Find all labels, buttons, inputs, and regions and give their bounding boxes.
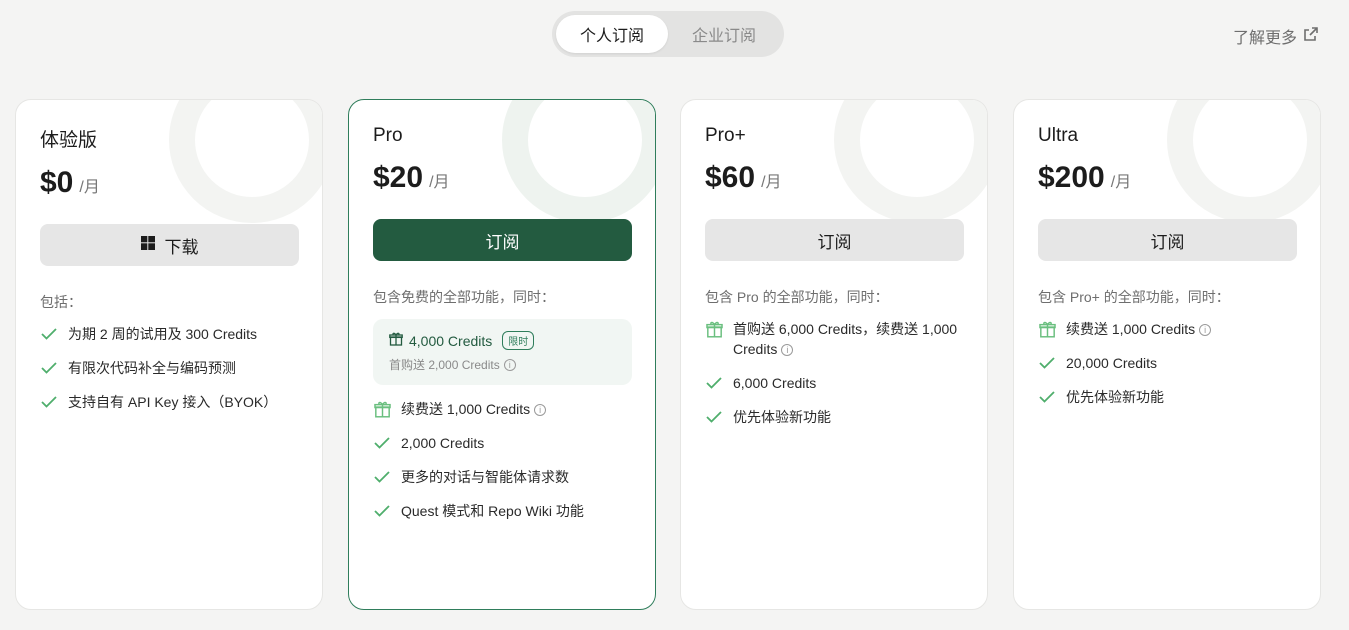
plan-card-pro-plus: Pro+ $60 /月 订阅 包含 Pro 的全部功能，同时： 首购送 6,00… (680, 99, 988, 610)
download-button-label: 下载 (164, 237, 199, 257)
plan-card-ultra: Ultra $200 /月 订阅 包含 Pro+ 的全部功能，同时： 续费送 1… (1013, 99, 1321, 610)
price-row: $20 /月 (373, 161, 631, 195)
feature-item: 为期 2 周的试用及 300 Credits (40, 324, 298, 344)
feature-item: 有限次代码补全与编码预测 (40, 358, 298, 378)
check-icon (373, 467, 391, 487)
check-icon (373, 433, 391, 453)
subscribe-button[interactable]: 订阅 (1038, 219, 1297, 261)
price-period: /月 (1110, 174, 1132, 191)
feature-item: Quest 模式和 Repo Wiki 功能 (373, 501, 631, 521)
check-icon (1038, 353, 1056, 373)
download-button[interactable]: 下载 (40, 224, 299, 266)
feature-text-wrap: 续费送 1,000 Credits i (401, 399, 547, 419)
includes-heading: 包含免费的全部功能，同时： (373, 289, 555, 305)
plan-name: Pro (373, 125, 403, 146)
check-icon (705, 407, 723, 427)
promo-subtitle: 首购送 2,000 Credits i (389, 356, 616, 373)
subscribe-button-label: 订阅 (485, 232, 520, 252)
plan-price: $200 (1038, 161, 1105, 194)
feature-text: 更多的对话与智能体请求数 (401, 469, 569, 485)
plan-card-pro: Pro $20 /月 订阅 包含免费的全部功能，同时： 4,000 Credit… (348, 99, 656, 610)
feature-item: 优先体验新功能 (1038, 387, 1296, 407)
promo-box: 4,000 Credits 限时 首购送 2,000 Credits i (373, 319, 632, 385)
gift-feature-item: 首购送 6,000 Credits，续费送 1,000 Credits i (705, 319, 963, 359)
feature-text: 为期 2 周的试用及 300 Credits (68, 326, 258, 342)
gift-icon (373, 399, 391, 419)
plan-card-free: 体验版 $0 /月 下载 包括： 为期 2 周的试用及 300 Credits … (15, 99, 323, 610)
feature-text: 续费送 1,000 Credits (401, 401, 531, 417)
promo-subtitle-text: 首购送 2,000 Credits (389, 358, 500, 372)
price-period: /月 (79, 179, 100, 196)
feature-item: 2,000 Credits (373, 433, 631, 453)
external-link-icon (1303, 26, 1319, 47)
gift-icon (1038, 319, 1056, 339)
gift-icon (705, 319, 723, 339)
learn-more-label: 了解更多 (1232, 30, 1297, 47)
feature-text: 优先体验新功能 (733, 409, 831, 425)
info-icon[interactable]: i (781, 344, 794, 356)
feature-text-cont: Credits (733, 341, 778, 357)
feature-text: 续费送 1,000 Credits (1066, 321, 1196, 337)
feature-list: 续费送 1,000 Credits i 20,000 Credits 优先体验新功… (1038, 319, 1296, 407)
plan-name: Pro+ (705, 125, 746, 146)
price-row: $0 /月 (40, 166, 298, 200)
limited-time-badge: 限时 (502, 331, 535, 350)
gift-feature-item: 续费送 1,000 Credits i (1038, 319, 1296, 339)
price-row: $200 /月 (1038, 161, 1296, 195)
promo-title: 4,000 Credits (409, 332, 493, 349)
feature-text: 6,000 Credits (733, 375, 817, 391)
check-icon (40, 392, 58, 412)
price-period: /月 (761, 174, 782, 191)
subscribe-button-label: 订阅 (817, 232, 852, 252)
feature-text: 有限次代码补全与编码预测 (68, 360, 236, 376)
includes-heading: 包含 Pro+ 的全部功能，同时： (1038, 289, 1230, 305)
feature-text: 2,000 Credits (401, 435, 485, 451)
feature-text-wrap: 续费送 1,000 Credits i (1066, 319, 1212, 339)
feature-item: 更多的对话与智能体请求数 (373, 467, 631, 487)
plan-price: $0 (40, 166, 74, 199)
subscribe-button[interactable]: 订阅 (705, 219, 964, 261)
check-icon (705, 373, 723, 393)
includes-heading: 包括： (40, 294, 82, 310)
feature-list: 首购送 6,000 Credits，续费送 1,000 Credits i 6,0… (705, 319, 963, 427)
windows-icon (140, 235, 155, 255)
feature-list: 续费送 1,000 Credits i 2,000 Credits 更多的对话与智… (373, 399, 631, 521)
info-icon[interactable]: i (503, 359, 516, 371)
feature-list: 为期 2 周的试用及 300 Credits 有限次代码补全与编码预测 支持自有… (40, 324, 298, 412)
feature-text: Quest 模式和 Repo Wiki 功能 (401, 503, 584, 519)
gift-feature-item: 续费送 1,000 Credits i (373, 399, 631, 419)
feature-text: 优先体验新功能 (1066, 389, 1164, 405)
price-row: $60 /月 (705, 161, 963, 195)
learn-more-link[interactable]: 了解更多 (1233, 24, 1319, 48)
check-icon (1038, 387, 1056, 407)
feature-item: 20,000 Credits (1038, 353, 1296, 373)
tab-personal[interactable]: 个人订阅 (556, 15, 668, 53)
includes-heading: 包含 Pro 的全部功能，同时： (705, 289, 889, 305)
info-icon[interactable]: i (1199, 324, 1212, 336)
plan-name: Ultra (1038, 125, 1079, 146)
plan-price: $20 (373, 161, 424, 194)
subscription-tabs: 个人订阅 企业订阅 (552, 11, 784, 57)
info-icon[interactable]: i (534, 404, 547, 416)
check-icon (373, 501, 391, 521)
feature-item: 支持自有 API Key 接入（BYOK） (40, 392, 298, 412)
feature-text: 首购送 6,000 Credits，续费送 1,000 (733, 321, 958, 337)
price-period: /月 (429, 174, 450, 191)
subscribe-button-label: 订阅 (1150, 232, 1185, 252)
feature-text-wrap: 首购送 6,000 Credits，续费送 1,000 Credits i (733, 319, 957, 359)
plan-price: $60 (705, 161, 756, 194)
gift-icon (389, 332, 403, 349)
feature-item: 6,000 Credits (705, 373, 963, 393)
feature-text: 支持自有 API Key 接入（BYOK） (68, 394, 278, 410)
check-icon (40, 324, 58, 344)
tab-enterprise[interactable]: 企业订阅 (668, 15, 780, 53)
check-icon (40, 358, 58, 378)
feature-item: 优先体验新功能 (705, 407, 963, 427)
plan-name: 体验版 (40, 130, 98, 151)
subscribe-button[interactable]: 订阅 (373, 219, 632, 261)
feature-text: 20,000 Credits (1066, 355, 1158, 371)
